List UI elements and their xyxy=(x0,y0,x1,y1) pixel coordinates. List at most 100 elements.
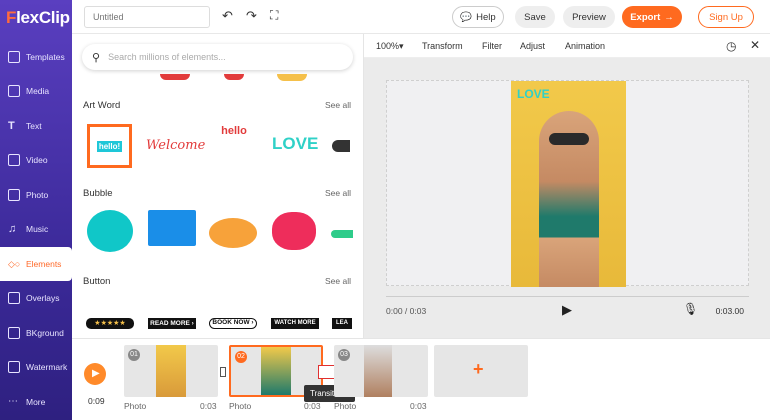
video-canvas[interactable]: LOVE xyxy=(386,80,749,287)
more-icon: ⋯ xyxy=(8,396,18,407)
sidebar-item-video[interactable]: Video xyxy=(0,143,72,177)
elements-panel: ⚲ Search millions of elements... Art Wor… xyxy=(72,34,364,338)
timeline-play-button[interactable]: ▶ xyxy=(84,363,106,385)
clip-3[interactable]: 03 xyxy=(334,345,428,397)
button-watch-more[interactable]: WATCH MORE xyxy=(271,318,319,329)
sunglasses xyxy=(549,133,589,145)
scene-photo[interactable]: LOVE xyxy=(511,81,626,287)
fullscreen-icon[interactable]: ⛶ xyxy=(270,8,278,23)
element-thumb[interactable] xyxy=(277,74,307,81)
save-button[interactable]: Save xyxy=(515,6,555,28)
text-icon: T xyxy=(8,120,15,132)
elements-icon: ◇○ xyxy=(8,259,21,269)
clip-number: 03 xyxy=(338,349,350,361)
button-book-now[interactable]: BOOK NOW › xyxy=(209,318,257,329)
preview-stage: LOVE 0:00 / 0:03 ▶ 🎙 0:03.00 xyxy=(364,58,770,338)
timeline-time: 0:09 xyxy=(88,396,105,406)
sidebar-item-media[interactable]: Media xyxy=(0,74,72,108)
clip-duration: 0:03 xyxy=(304,401,321,411)
section-title-bubble: Bubble xyxy=(83,188,113,199)
sidebar-item-photo[interactable]: Photo xyxy=(0,178,72,212)
chevron-down-icon: ▾ xyxy=(399,41,404,51)
button-partial[interactable]: LEA xyxy=(332,318,352,329)
export-button[interactable]: Export → xyxy=(622,6,682,28)
media-icon xyxy=(8,85,20,97)
clip-thumbnail xyxy=(156,345,186,397)
transition-marker[interactable] xyxy=(220,367,226,377)
top-bar: ↶ ↷ ⛶ 💬Help Save Preview Export→ Sign Up xyxy=(72,0,770,34)
play-icon[interactable]: ▶ xyxy=(562,302,572,318)
sidebar: FlexClip Templates Media T Text Video Pho… xyxy=(0,0,72,420)
artword-welcome[interactable]: Welcome xyxy=(146,138,205,153)
element-thumb[interactable] xyxy=(160,74,190,80)
see-all-art-word[interactable]: See all xyxy=(325,100,351,110)
undo-icon[interactable]: ↶ xyxy=(222,8,233,24)
bubble-pink[interactable] xyxy=(272,212,316,250)
redo-icon[interactable]: ↷ xyxy=(246,8,257,24)
video-icon xyxy=(8,154,20,166)
photo-icon xyxy=(8,189,20,201)
project-title-input[interactable] xyxy=(84,6,210,28)
total-duration: 0:03.00 xyxy=(715,306,744,316)
clip-label: Photo xyxy=(229,401,252,411)
clip-number: 02 xyxy=(235,351,247,363)
progress-bar[interactable] xyxy=(386,296,749,297)
section-title-button: Button xyxy=(83,276,111,287)
watermark-icon xyxy=(8,361,20,373)
clip-duration: 0:03 xyxy=(410,401,427,411)
sidebar-item-music[interactable]: ♫ Music xyxy=(0,212,72,246)
clip-duration: 0:03 xyxy=(200,401,217,411)
overlays-icon xyxy=(8,292,20,304)
zoom-select[interactable]: 100%▾ xyxy=(376,41,404,52)
sidebar-item-background[interactable]: BKground xyxy=(0,316,72,350)
bubble-orange[interactable] xyxy=(209,218,257,248)
current-time: 0:00 / 0:03 xyxy=(386,306,427,316)
add-clip-button[interactable]: + xyxy=(434,345,528,397)
tab-adjust[interactable]: Adjust xyxy=(520,41,545,51)
sidebar-item-elements[interactable]: ◇○ Elements xyxy=(0,247,72,281)
button-read-more[interactable]: READ MORE › xyxy=(148,318,196,329)
see-all-button[interactable]: See all xyxy=(325,276,351,286)
close-icon[interactable]: ✕ xyxy=(750,38,760,52)
bubble-blue[interactable] xyxy=(148,210,196,246)
artword-hello-box[interactable]: hello! xyxy=(87,124,132,168)
search-input[interactable]: Search millions of elements... xyxy=(108,52,226,62)
chat-icon: 💬 xyxy=(460,11,473,23)
bubble-teal[interactable] xyxy=(87,210,133,252)
microphone-icon[interactable]: 🎙 xyxy=(683,302,698,316)
background-icon xyxy=(8,327,20,339)
timeline: ▶ 0:09 01 Photo 0:03 02 Photo 0:03 Trans… xyxy=(72,338,770,420)
clip-thumbnail xyxy=(261,347,291,395)
element-thumb[interactable] xyxy=(224,74,244,80)
clip-number: 01 xyxy=(128,349,140,361)
sidebar-item-overlays[interactable]: Overlays xyxy=(0,281,72,315)
clip-label: Photo xyxy=(124,401,147,411)
help-button[interactable]: 💬 Help xyxy=(452,6,504,28)
artword-partial[interactable] xyxy=(332,140,350,152)
preview-button[interactable]: Preview xyxy=(563,6,615,28)
see-all-bubble[interactable]: See all xyxy=(325,188,351,198)
artword-love[interactable]: LOVE xyxy=(272,134,318,154)
flexclip-logo[interactable]: FlexClip xyxy=(6,8,70,28)
templates-icon xyxy=(8,51,20,63)
play-icon: ▶ xyxy=(92,368,100,379)
button-stars[interactable]: ★★★★★ xyxy=(86,318,134,329)
tab-transform[interactable]: Transform xyxy=(422,41,463,51)
music-icon: ♫ xyxy=(8,223,17,235)
clock-icon[interactable]: ◷ xyxy=(726,39,736,53)
search-box[interactable]: ⚲ Search millions of elements... xyxy=(82,44,353,70)
sidebar-item-more[interactable]: ⋯ More xyxy=(0,385,72,419)
love-text-overlay[interactable]: LOVE xyxy=(517,87,550,101)
signup-button[interactable]: Sign Up xyxy=(698,6,754,28)
clip-1[interactable]: 01 xyxy=(124,345,218,397)
tab-animation[interactable]: Animation xyxy=(565,41,605,51)
section-title-art-word: Art Word xyxy=(83,100,121,111)
edit-toolbar: 100%▾ Transform Filter Adjust Animation … xyxy=(364,34,770,58)
bubble-green-partial[interactable] xyxy=(331,230,353,238)
arrow-right-icon: → xyxy=(664,11,674,23)
sidebar-item-text[interactable]: T Text xyxy=(0,109,72,143)
sidebar-item-watermark[interactable]: Watermark xyxy=(0,350,72,384)
artword-hello-burst[interactable]: hello xyxy=(212,124,256,164)
tab-filter[interactable]: Filter xyxy=(482,41,502,51)
sidebar-item-templates[interactable]: Templates xyxy=(0,40,72,74)
